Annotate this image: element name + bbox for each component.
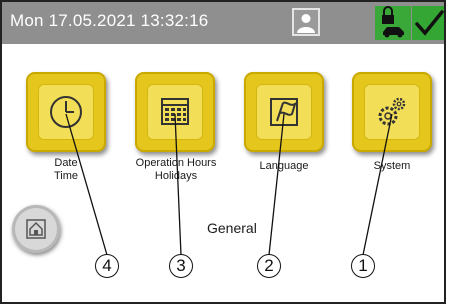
callout-1: 1 — [351, 254, 375, 278]
callout-2: 2 — [257, 254, 281, 278]
callout-3: 3 — [169, 254, 193, 278]
screen: Mon 17.05.2021 13:32:16 Date Time Operat… — [0, 0, 446, 304]
callout-lines — [65, 113, 393, 256]
callout-4: 4 — [95, 254, 119, 278]
